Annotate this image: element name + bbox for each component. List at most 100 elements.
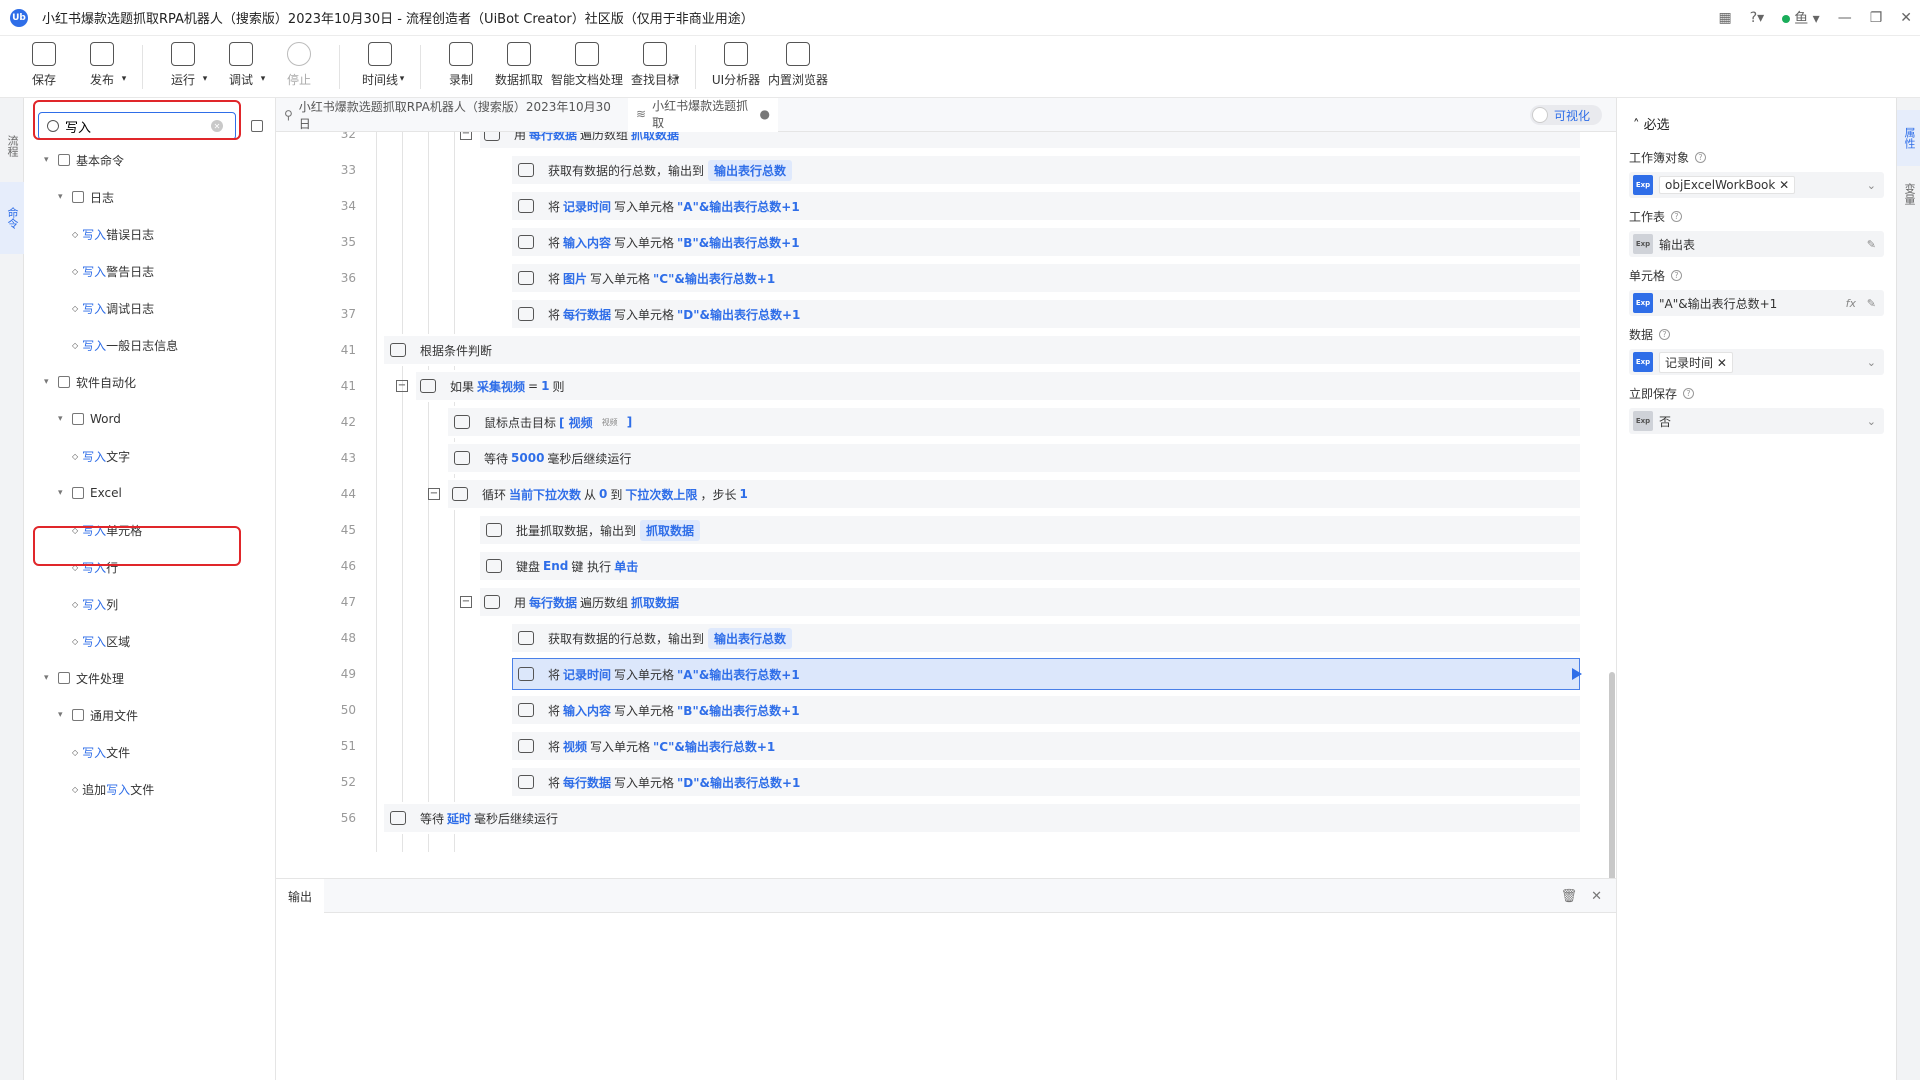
code-line[interactable]: − 用 每行数据 遍历数组 抓取数据 (460, 132, 682, 150)
tab-main-flow[interactable]: ⚲ 小红书爆款选题抓取RPA机器人（搜索版）2023年10月30日 (276, 98, 626, 132)
close-icon[interactable]: ✕ (1900, 10, 1912, 26)
visual-toggle[interactable]: 可视化 (1530, 105, 1602, 125)
code-line[interactable]: 将 每行数据 写入单元格 "D"&输出表行总数+1 (518, 766, 803, 798)
user-menu[interactable]: 鱼 ▾ (1782, 8, 1820, 28)
help-icon[interactable]: ? (1659, 329, 1671, 340)
code-line[interactable]: 鼠标点击目标 [ 视频 视频] (454, 406, 635, 438)
chevron-down-icon[interactable]: ▾ (58, 710, 72, 720)
code-line[interactable]: − 用 每行数据 遍历数组 抓取数据 (460, 586, 682, 618)
edit-icon[interactable]: ✎ (1867, 238, 1876, 251)
command-group[interactable]: ▾ 文件处理 (44, 668, 124, 688)
command-item[interactable]: ◇ 写入 一般日志信息 (72, 335, 178, 355)
code-line[interactable]: 将 记录时间 写入单元格 "A"&输出表行总数+1 (518, 190, 803, 222)
code-line[interactable]: 根据条件判断 (390, 334, 492, 366)
restore-icon[interactable]: ❐ (1870, 10, 1883, 26)
toolbar-button-1[interactable]: 发布 ▾ (76, 36, 128, 98)
collapse-toggle-icon[interactable]: − (460, 132, 472, 140)
tab-variables[interactable]: 变量 (1897, 166, 1920, 222)
command-group[interactable]: ▾ 日志 (58, 187, 114, 207)
toolbar-button-7[interactable]: 数据抓取 (493, 36, 545, 98)
command-item[interactable]: ◇ 写入 调试日志 (72, 298, 154, 318)
code-line[interactable]: 将 记录时间 写入单元格 "A"&输出表行总数+1 (518, 658, 803, 690)
code-line[interactable]: − 循环 当前下拉次数 从 0 到 下拉次数上限 ，步长 1 (428, 478, 751, 510)
chevron-down-icon[interactable]: ⌄ (1867, 415, 1876, 428)
command-group[interactable]: ▾ 软件自动化 (44, 372, 136, 392)
tab-properties[interactable]: 属性 (1897, 110, 1920, 166)
close-output-icon[interactable]: ✕ (1591, 889, 1602, 904)
function-icon[interactable]: fx (1846, 297, 1856, 310)
toolbar-button-3[interactable]: 调试 ▾ (215, 36, 267, 98)
chevron-down-icon[interactable]: ⌄ (1867, 356, 1876, 369)
edit-icon[interactable]: ✎ (1867, 297, 1876, 310)
tab-flow[interactable]: 流程 (0, 110, 24, 182)
command-item[interactable]: ◇ 写入 区域 (72, 631, 130, 651)
toolbar-button-6[interactable]: 录制 (435, 36, 487, 98)
toolbar-button-9[interactable]: 查找目标 ▾ (629, 36, 681, 98)
chevron-down-icon[interactable]: ▾ (44, 377, 58, 387)
command-item[interactable]: ◇ 写入 文字 (72, 446, 130, 466)
chevron-down-icon[interactable]: ▾ (58, 488, 72, 498)
tab-sub-flow[interactable]: ≋ 小红书爆款选题抓取 ● (628, 98, 778, 132)
command-item[interactable]: ◇ 写入 文件 (72, 742, 130, 762)
code-line[interactable]: − 如果 采集视频 = 1 则 (396, 370, 564, 402)
output-tab[interactable]: 输出 (276, 879, 324, 913)
command-group-label: 日志 (90, 190, 115, 205)
collapse-toggle-icon[interactable]: − (460, 596, 472, 608)
exp-badge[interactable]: Exp (1633, 352, 1653, 372)
code-line[interactable]: 将 每行数据 写入单元格 "D"&输出表行总数+1 (518, 298, 803, 330)
chevron-down-icon[interactable]: ▾ (44, 155, 58, 165)
code-line[interactable]: 将 输入内容 写入单元格 "B"&输出表行总数+1 (518, 226, 803, 258)
code-line[interactable]: 将 图片 写入单元格 "C"&输出表行总数+1 (518, 262, 778, 294)
filter-icon[interactable] (251, 120, 263, 132)
save-now-select[interactable]: Exp 否 ⌄ (1629, 408, 1884, 434)
command-item[interactable]: ◇ 写入 警告日志 (72, 261, 154, 281)
code-line[interactable]: 等待 延时 毫秒后继续运行 (390, 802, 558, 834)
layout-icon[interactable]: ▦ (1719, 10, 1732, 26)
code-line[interactable]: 将 输入内容 写入单元格 "B"&输出表行总数+1 (518, 694, 803, 726)
code-line[interactable]: 将 视频 写入单元格 "C"&输出表行总数+1 (518, 730, 778, 762)
code-line[interactable]: 获取有数据的行总数，输出到 输出表行总数 (518, 622, 793, 654)
command-group[interactable]: ▾ 通用文件 (58, 705, 138, 725)
data-field[interactable]: Exp 记录时间 ✕ ⌄ (1629, 349, 1884, 375)
section-required[interactable]: ˄ 必选 (1633, 114, 1884, 133)
exp-badge[interactable]: Exp (1633, 411, 1653, 431)
toolbar-button-4[interactable]: 停止 (273, 36, 325, 98)
code-line[interactable]: 键盘 End 键 执行 单击 (486, 550, 641, 582)
exp-badge[interactable]: Exp (1633, 234, 1653, 254)
help-icon[interactable]: ? (1671, 270, 1683, 281)
chevron-down-icon[interactable]: ▾ (58, 192, 72, 202)
trash-icon[interactable]: 🗑 (1561, 889, 1578, 904)
help-icon[interactable]: ? (1683, 388, 1695, 399)
collapse-toggle-icon[interactable]: − (396, 380, 408, 392)
tab-commands[interactable]: 命令 (0, 182, 24, 254)
run-from-here-icon[interactable] (1572, 668, 1582, 680)
toolbar-button-8[interactable]: 智能文档处理 (551, 36, 623, 98)
toolbar-button-0[interactable]: 保存 (18, 36, 70, 98)
help-icon[interactable]: ?▾ (1750, 10, 1764, 26)
cell-field[interactable]: Exp "A"&输出表行总数+1 fx ✎ (1629, 290, 1884, 316)
chevron-down-icon[interactable]: ▾ (44, 673, 58, 683)
command-item[interactable]: ◇ 追加 写入 文件 (72, 779, 154, 799)
minimize-icon[interactable]: — (1838, 10, 1852, 26)
command-item[interactable]: ◇ 写入列 (72, 594, 118, 614)
code-line[interactable]: 等待 5000 毫秒后继续运行 (454, 442, 631, 474)
command-group[interactable]: ▾ Word (58, 409, 121, 429)
command-group[interactable]: ▾ 基本命令 (44, 150, 124, 170)
chevron-down-icon[interactable]: ⌄ (1867, 179, 1876, 192)
command-group[interactable]: ▾ Excel (58, 483, 122, 503)
toolbar-button-5[interactable]: 时间线 ▾ (354, 36, 406, 98)
chevron-down-icon[interactable]: ▾ (58, 414, 72, 424)
code-line[interactable]: 获取有数据的行总数，输出到 输出表行总数 (518, 154, 793, 186)
help-icon[interactable]: ? (1671, 211, 1683, 222)
exp-badge[interactable]: Exp (1633, 293, 1653, 313)
exp-badge[interactable]: Exp (1633, 175, 1653, 195)
collapse-toggle-icon[interactable]: − (428, 488, 440, 500)
code-line[interactable]: 批量抓取数据，输出到 抓取数据 (486, 514, 701, 546)
workbook-field[interactable]: Exp objExcelWorkBook ✕ ⌄ (1629, 172, 1884, 198)
sheet-field[interactable]: Exp 输出表 ✎ (1629, 231, 1884, 257)
help-icon[interactable]: ? (1695, 152, 1707, 163)
toolbar-button-11[interactable]: 内置浏览器 (768, 36, 828, 98)
toolbar-button-2[interactable]: 运行 ▾ (157, 36, 209, 98)
command-item[interactable]: ◇ 写入 错误日志 (72, 224, 154, 244)
toolbar-button-10[interactable]: UI分析器 (710, 36, 762, 98)
